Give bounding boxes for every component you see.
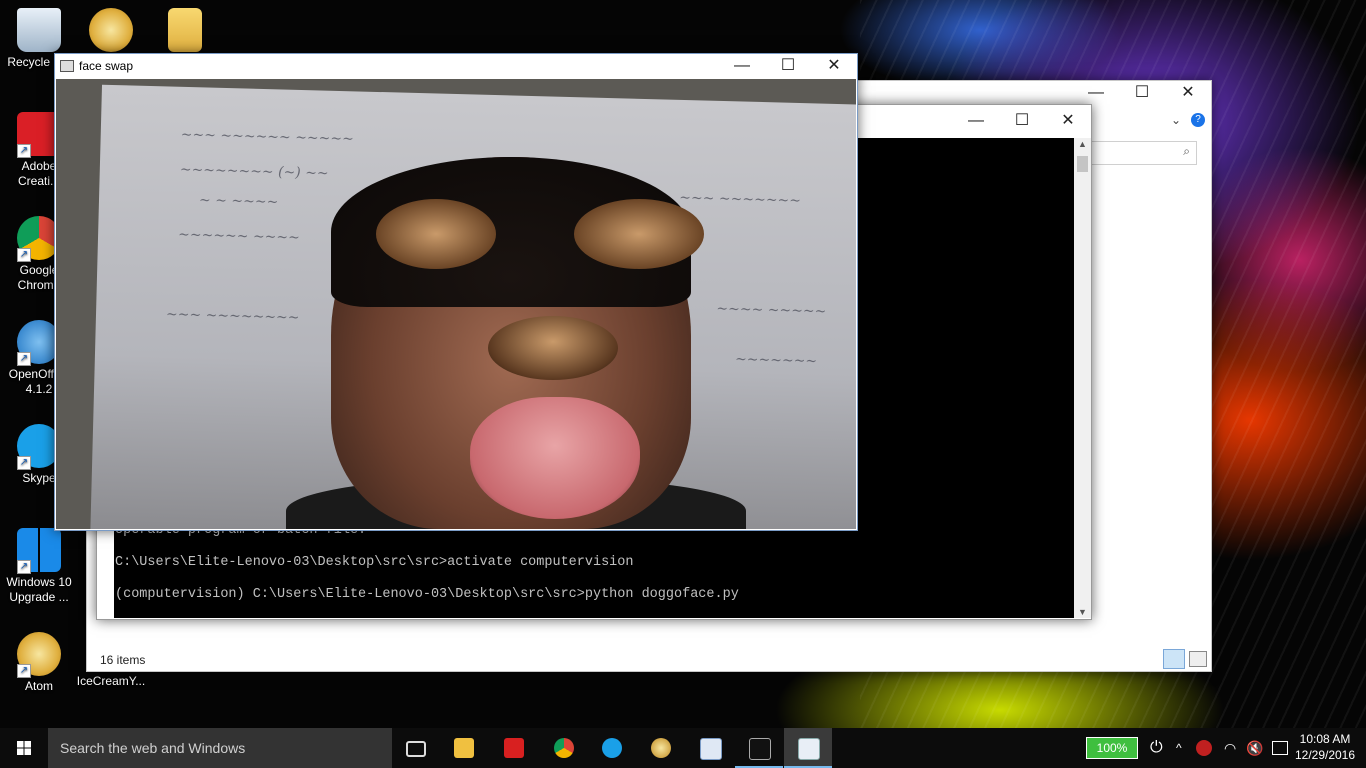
close-button[interactable]: ✕ xyxy=(1165,81,1211,105)
folder-icon xyxy=(168,8,202,52)
desktop-icon-windows10-upgrade[interactable]: ↗ Windows 10 Upgrade ... xyxy=(0,528,78,605)
taskbar-atom[interactable] xyxy=(637,728,685,768)
shortcut-arrow-icon: ↗ xyxy=(17,248,31,262)
icon-label: Atom xyxy=(24,679,53,693)
webcam-feed: ~~~ ~~~~~~ ~~~~~ ~~~~~~~~ (~) ~~ ~ ~ ~~~… xyxy=(56,79,856,529)
ribbon-expand-icon[interactable]: ⌄ xyxy=(1171,113,1181,127)
skype-icon xyxy=(602,738,622,758)
status-bar-item-count: 16 items xyxy=(100,653,146,667)
document-icon xyxy=(700,738,722,760)
desktop-icon-folder[interactable] xyxy=(146,8,224,55)
whiteboard-scribble: ~ ~ ~~~~ xyxy=(198,192,279,211)
shortcut-arrow-icon: ↗ xyxy=(17,664,31,678)
system-clock[interactable]: 10:08 AM 12/29/2016 xyxy=(1290,731,1360,763)
maximize-button[interactable]: ☐ xyxy=(1119,81,1165,105)
battery-percent: 100% xyxy=(1096,741,1128,755)
large-icons-view-icon[interactable] xyxy=(1189,651,1207,667)
desktop-icon-atom[interactable]: ↗ Atom xyxy=(0,632,78,694)
show-hidden-icons-icon[interactable]: ^ xyxy=(1176,728,1182,768)
dog-nose-icon xyxy=(488,316,618,380)
maximize-button[interactable]: ☐ xyxy=(999,109,1045,133)
desktop-icon-atom-top[interactable] xyxy=(72,8,150,55)
whiteboard-scribble: ~~~~ ~~~~~ xyxy=(716,300,827,320)
windows-logo-icon xyxy=(17,741,31,755)
console-line: C:\Users\Elite-Lenovo-03\Desktop\src\src… xyxy=(115,555,634,570)
taskbar: Search the web and Windows 100% ⏻ ^ ◠ 🔇 … xyxy=(0,728,1366,768)
scroll-up-icon[interactable]: ▲ xyxy=(1078,139,1087,149)
taskbar-search-input[interactable]: Search the web and Windows xyxy=(48,728,392,768)
battery-indicator[interactable]: 100% xyxy=(1086,737,1138,759)
shortcut-arrow-icon: ↗ xyxy=(17,560,31,574)
console-line: (computervision) C:\Users\Elite-Lenovo-0… xyxy=(115,587,739,602)
face-swap-window[interactable]: face swap — ☐ ✕ ~~~ ~~~~~~ ~~~~~ ~~~~~~~… xyxy=(54,53,858,531)
minimize-button[interactable]: — xyxy=(953,109,999,133)
power-plug-icon[interactable]: ⏻ xyxy=(1150,728,1163,768)
taskbar-cmd[interactable] xyxy=(735,728,783,768)
close-button[interactable]: ✕ xyxy=(811,54,857,78)
vertical-scrollbar[interactable]: ▲ ▼ xyxy=(1074,138,1091,618)
taskbar-skype[interactable] xyxy=(588,728,636,768)
dog-tongue-icon xyxy=(470,397,640,519)
taskbar-task-view[interactable] xyxy=(392,728,440,768)
clock-time: 10:08 AM xyxy=(1299,732,1351,746)
minimize-button[interactable]: — xyxy=(1073,81,1119,105)
shortcut-arrow-icon: ↗ xyxy=(17,456,31,470)
atom-icon xyxy=(651,738,671,758)
app-red-icon xyxy=(504,738,524,758)
volume-muted-icon[interactable]: 🔇 xyxy=(1246,728,1263,768)
whiteboard-scribble: ~~~~~~~ xyxy=(734,351,818,370)
icon-label: Skype xyxy=(22,471,56,485)
details-view-icon[interactable] xyxy=(1163,649,1185,669)
whiteboard-scribble: ~~~ ~~~~~~~ xyxy=(679,189,802,210)
start-button[interactable] xyxy=(0,728,48,768)
search-icon: ⌕ xyxy=(1183,144,1190,158)
atom-icon: ↗ xyxy=(17,632,61,678)
chrome-icon xyxy=(554,738,574,758)
recycle-bin-icon xyxy=(17,8,61,52)
window-title: face swap xyxy=(79,59,134,73)
shortcut-arrow-icon: ↗ xyxy=(17,352,31,366)
clock-date: 12/29/2016 xyxy=(1294,748,1356,762)
atom-icon xyxy=(89,8,133,52)
taskbar-file-explorer[interactable] xyxy=(440,728,488,768)
taskbar-explorer-window[interactable] xyxy=(784,728,832,768)
whiteboard-scribble: ~~~~~~ ~~~~ xyxy=(177,226,301,246)
desktop-icon-icecream[interactable]: IceCreamY... xyxy=(72,674,150,689)
explorer-search-input[interactable]: ⌕ xyxy=(1091,141,1197,165)
activity-icon[interactable] xyxy=(1196,740,1212,756)
keyboard-icon[interactable] xyxy=(1272,741,1288,755)
taskbar-app-red[interactable] xyxy=(490,728,538,768)
explorer-window-icon xyxy=(798,738,820,760)
file-explorer-icon xyxy=(454,738,474,758)
taskbar-document[interactable] xyxy=(686,728,734,768)
icon-label: Windows 10 Upgrade ... xyxy=(6,575,72,604)
whiteboard-scribble: ~~~~~~~~ (~) ~~ xyxy=(179,161,329,182)
app-icon xyxy=(60,60,74,72)
faceswap-titlebar[interactable]: face swap — ☐ ✕ xyxy=(55,54,857,78)
scroll-down-icon[interactable]: ▼ xyxy=(1078,607,1087,617)
icon-label: IceCreamY... xyxy=(76,674,146,688)
windows10-upgrade-icon: ↗ xyxy=(17,528,61,574)
whiteboard-scribble: ~~~ ~~~~~~ ~~~~~ xyxy=(180,126,355,148)
cmd-icon xyxy=(749,738,771,760)
whiteboard-scribble: ~~~ ~~~~~~~~ xyxy=(165,306,300,326)
scrollbar-thumb[interactable] xyxy=(1077,156,1088,172)
minimize-button[interactable]: — xyxy=(719,54,765,78)
shortcut-arrow-icon: ↗ xyxy=(17,144,31,158)
dog-ear-right-icon xyxy=(574,199,704,269)
close-button[interactable]: ✕ xyxy=(1045,109,1091,133)
help-icon[interactable]: ? xyxy=(1191,113,1205,127)
maximize-button[interactable]: ☐ xyxy=(765,54,811,78)
dog-ear-left-icon xyxy=(376,199,496,269)
task-view-icon xyxy=(406,741,426,757)
taskbar-chrome[interactable] xyxy=(540,728,588,768)
wifi-icon[interactable]: ◠ xyxy=(1224,728,1236,768)
